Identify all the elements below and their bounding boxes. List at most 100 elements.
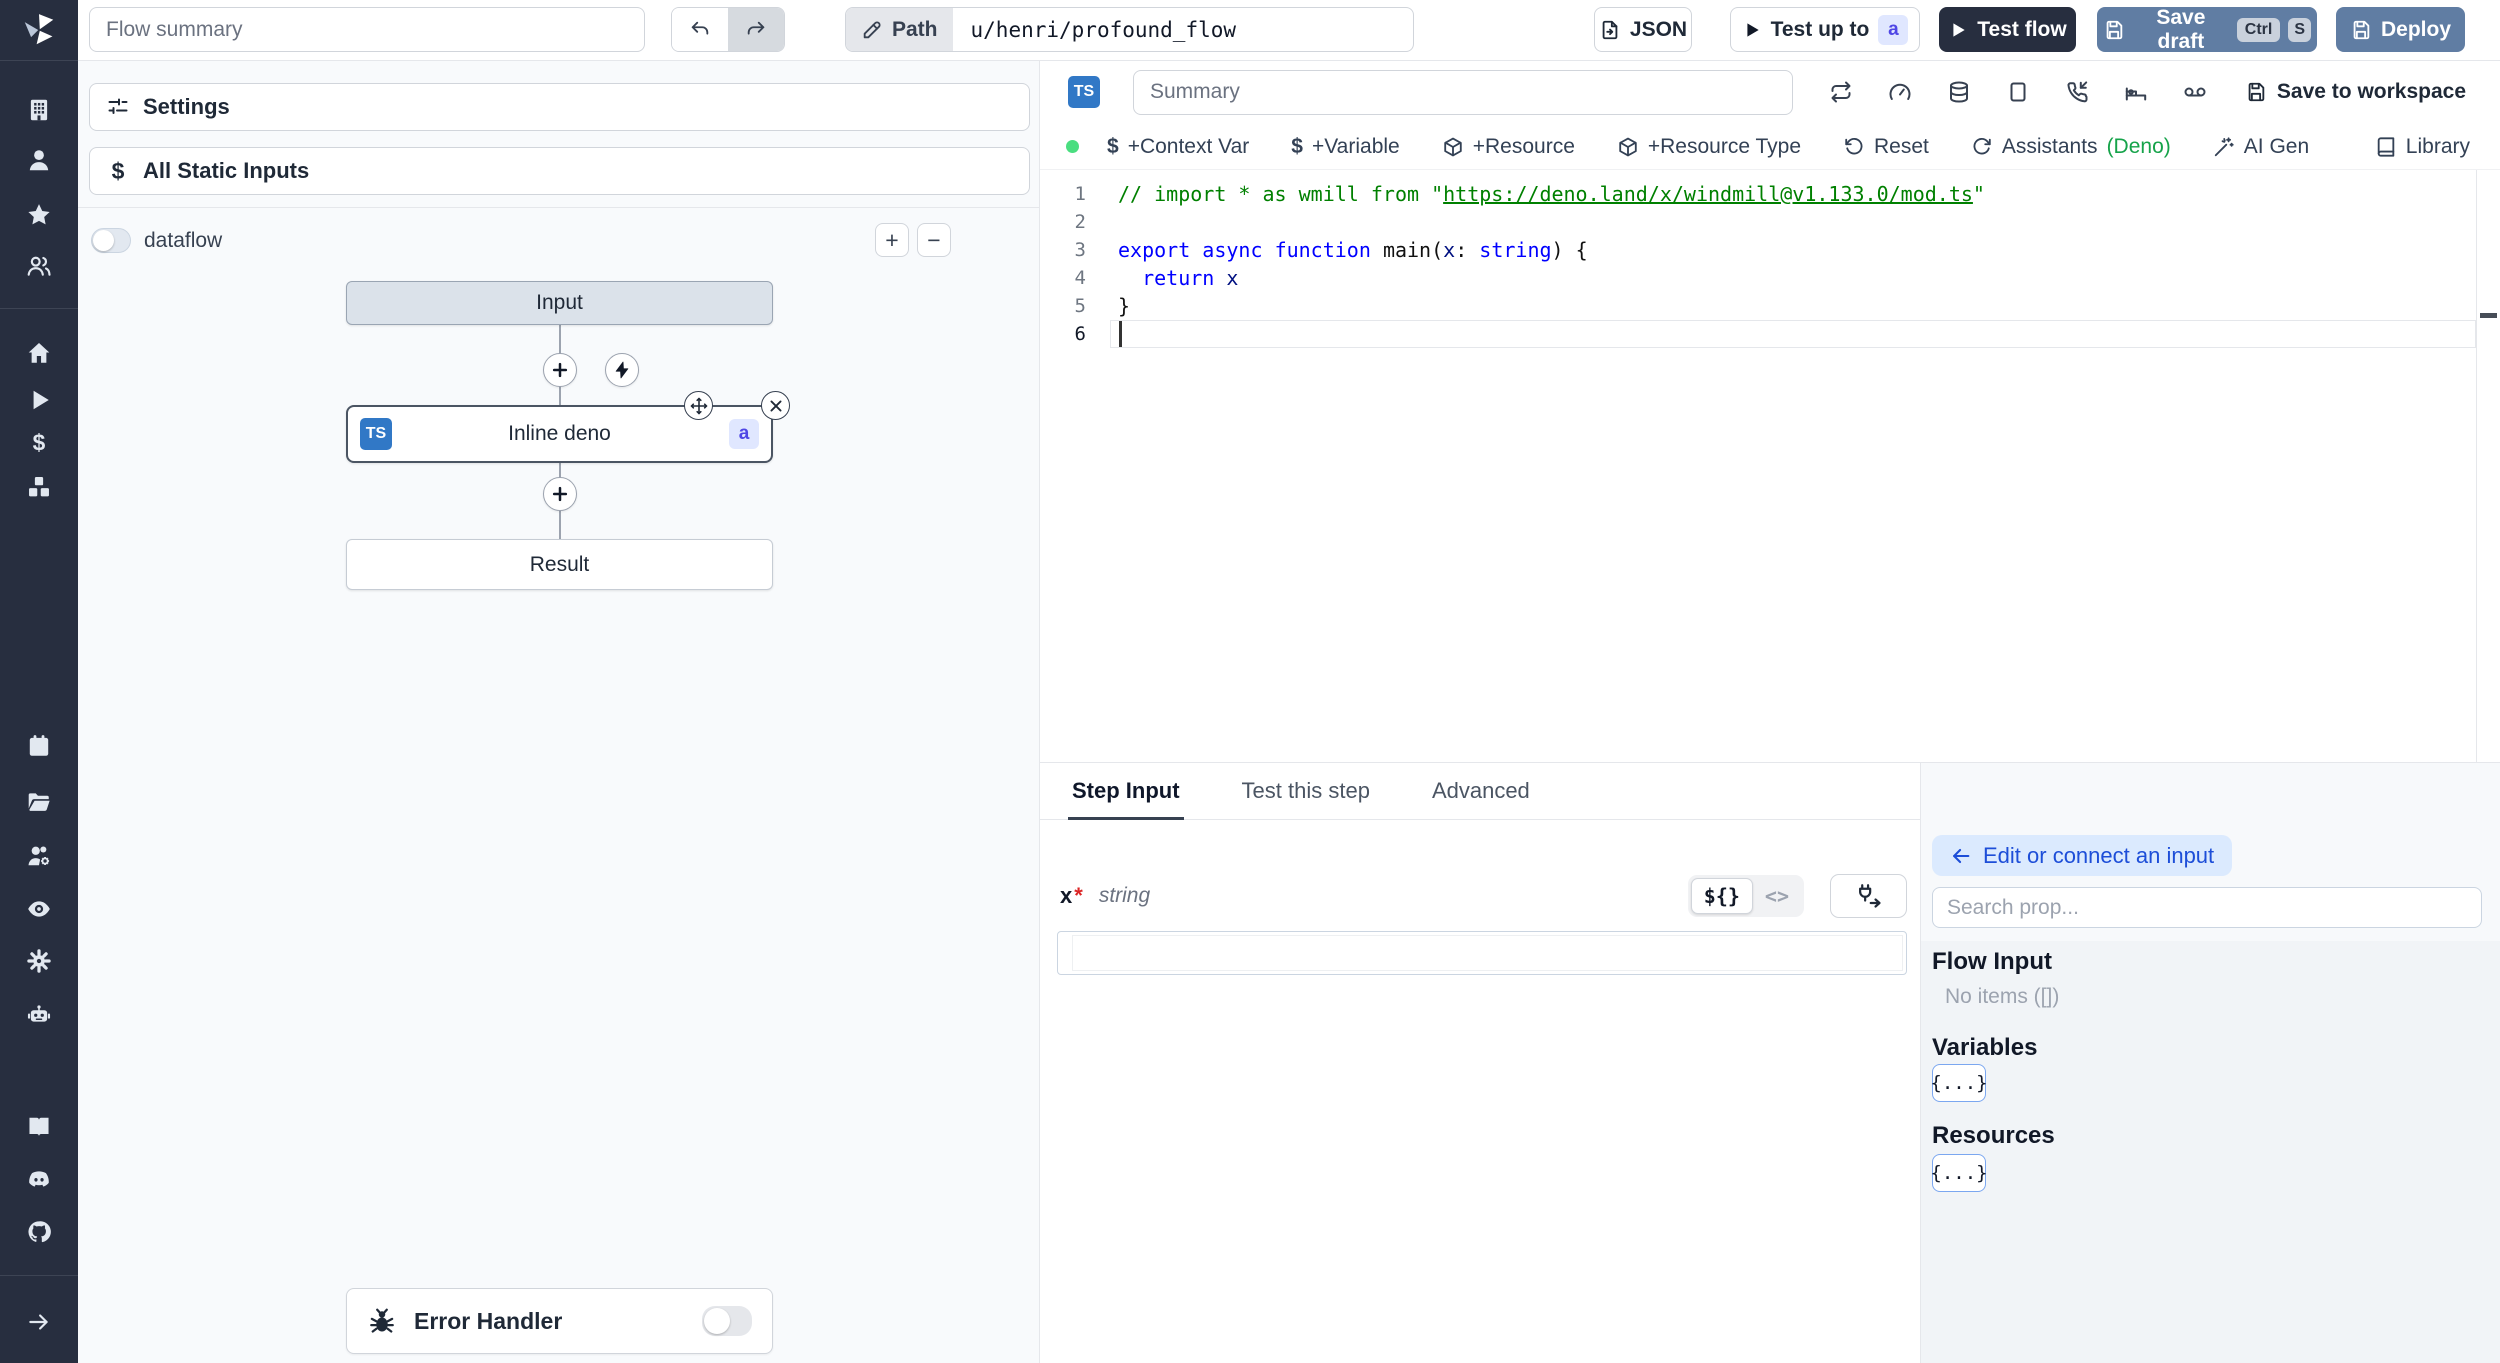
sidebar-divider (0, 60, 78, 61)
code-line-2[interactable]: 2 (1040, 208, 2500, 236)
test-up-to-button[interactable]: Test up to a (1730, 7, 1920, 52)
voicemail-icon[interactable] (2183, 80, 2207, 104)
svg-text:$: $ (33, 430, 46, 456)
save-to-workspace-button[interactable]: Save to workspace (2245, 80, 2466, 104)
input-node[interactable]: Input (346, 281, 773, 325)
path-editor[interactable]: Path u/henri/profound_flow (845, 7, 1414, 52)
robot-icon (26, 1001, 52, 1027)
rotate-ccw-icon (1843, 136, 1865, 158)
move-step-handle[interactable] (684, 391, 713, 420)
save-draft-button[interactable]: Save draft Ctrl S (2097, 6, 2317, 53)
folder-open-icon (26, 789, 52, 815)
sidebar-item-star[interactable] (0, 202, 78, 228)
error-handler-node[interactable]: Error Handler (346, 1288, 773, 1354)
sidebar-item-folder-open[interactable] (0, 789, 78, 815)
database-icon[interactable] (1947, 80, 1971, 104)
assistants-button[interactable]: Assistants (Deno) (1971, 135, 2171, 159)
edit-or-connect-button[interactable]: Edit or connect an input (1932, 835, 2233, 876)
repeat-icon[interactable] (1829, 80, 1853, 104)
sidebar-item-eye[interactable] (0, 896, 78, 922)
reset-button[interactable]: Reset (1843, 135, 1929, 159)
add-resource-type-button[interactable]: +Resource Type (1617, 135, 1801, 159)
tab-advanced[interactable]: Advanced (1432, 763, 1530, 819)
deploy-button[interactable]: Deploy (2336, 7, 2465, 52)
windmill-logo-icon[interactable] (0, 11, 78, 49)
redo-icon (745, 19, 767, 41)
insert-step-button[interactable] (543, 477, 577, 511)
static-inputs-label: All Static Inputs (143, 158, 310, 183)
play-icon (26, 387, 52, 413)
redo-button[interactable] (728, 8, 784, 51)
play-icon (1948, 20, 1968, 40)
add-variable-button[interactable]: $ +Variable (1291, 135, 1399, 159)
code-editor[interactable]: 1// import * as wmill from "https://deno… (1040, 170, 2500, 762)
undo-button[interactable] (672, 8, 728, 51)
result-node[interactable]: Result (346, 539, 773, 590)
phone-incoming-icon[interactable] (2065, 80, 2089, 104)
gauge-icon[interactable] (1888, 80, 1912, 104)
wand-icon (2213, 136, 2235, 158)
tab-step-input[interactable]: Step Input (1068, 763, 1184, 820)
dataflow-toggle[interactable] (91, 228, 131, 253)
sidebar-item-discord[interactable] (0, 1167, 78, 1193)
flow-summary-input[interactable] (89, 7, 645, 52)
summary-input[interactable] (1133, 69, 1793, 115)
search-prop-input[interactable] (1932, 887, 2482, 928)
code-mode-toggle[interactable]: <> (1753, 879, 1801, 913)
add-context-var-button[interactable]: $ +Context Var (1107, 135, 1249, 159)
pencil-icon (861, 19, 883, 41)
sidebar-item-home[interactable] (0, 340, 78, 366)
kbd-ctrl: Ctrl (2236, 17, 2281, 42)
trigger-button[interactable] (605, 353, 639, 387)
all-static-inputs-button[interactable]: $ All Static Inputs (89, 147, 1030, 195)
code-line-6[interactable]: 6 (1040, 320, 2500, 348)
sidebar-item-calendar[interactable] (0, 733, 78, 759)
connect-input-button[interactable] (1830, 874, 1907, 918)
undo-icon (689, 19, 711, 41)
add-resource-button-label: +Resource (1472, 134, 1575, 158)
sidebar-item-arrow-right[interactable] (0, 1309, 78, 1335)
variables-object-button[interactable]: {...} (1930, 1064, 1988, 1102)
sidebar-item-robot[interactable] (0, 1001, 78, 1027)
template-mode-toggle[interactable]: ${} (1690, 878, 1753, 914)
sidebar-item-users[interactable] (0, 253, 78, 279)
flow-settings-button[interactable]: Settings (89, 83, 1030, 131)
square-icon[interactable] (2006, 80, 2030, 104)
typescript-badge: TS (1068, 76, 1100, 108)
resources-object-button[interactable]: {...} (1930, 1154, 1988, 1192)
code-line-3[interactable]: 3 export async function main(x: string) { (1040, 236, 2500, 264)
insert-step-button[interactable] (543, 353, 577, 387)
code-line-4[interactable]: 4 return x (1040, 264, 2500, 292)
error-handler-toggle[interactable] (702, 1306, 752, 1336)
editor-overview-ruler[interactable] (2476, 170, 2500, 762)
sidebar-item-play[interactable] (0, 387, 78, 413)
sidebar-item-dollar[interactable]: $ (0, 430, 78, 456)
sidebar-item-book[interactable] (0, 1114, 78, 1140)
sidebar-item-building[interactable] (0, 97, 78, 123)
add-resource-button[interactable]: +Resource (1442, 135, 1575, 159)
zoom-in-button[interactable]: + (875, 223, 909, 257)
ai-gen-button[interactable]: AI Gen (2213, 135, 2309, 159)
tab-test-this-step[interactable]: Test this step (1242, 763, 1370, 819)
code-line-5[interactable]: 5} (1040, 292, 2500, 320)
sidebar-item-github[interactable] (0, 1219, 78, 1245)
sidebar-item-user[interactable] (0, 147, 78, 173)
sidebar-item-boxes[interactable] (0, 474, 78, 500)
plus-icon (550, 484, 570, 504)
sidebar-item-users-gear[interactable] (0, 843, 78, 869)
test-flow-button[interactable]: Test flow (1939, 7, 2076, 52)
path-value: u/henri/profound_flow (970, 17, 1237, 42)
plus-icon (550, 360, 570, 380)
line-number: 3 (1074, 239, 1086, 261)
code-line-1[interactable]: 1// import * as wmill from "https://deno… (1040, 180, 2500, 208)
json-button[interactable]: JSON (1594, 7, 1692, 52)
zoom-out-button[interactable]: − (917, 223, 951, 257)
edit-or-connect-label: Edit or connect an input (1983, 842, 2215, 868)
library-button[interactable]: Library (2375, 135, 2470, 159)
refresh-cw-icon (1971, 136, 1993, 158)
field-value-input[interactable] (1057, 931, 1907, 975)
move-icon (689, 396, 709, 416)
bed-icon[interactable] (2124, 80, 2148, 104)
delete-step-button[interactable] (761, 391, 790, 420)
sidebar-item-gear[interactable] (0, 948, 78, 974)
